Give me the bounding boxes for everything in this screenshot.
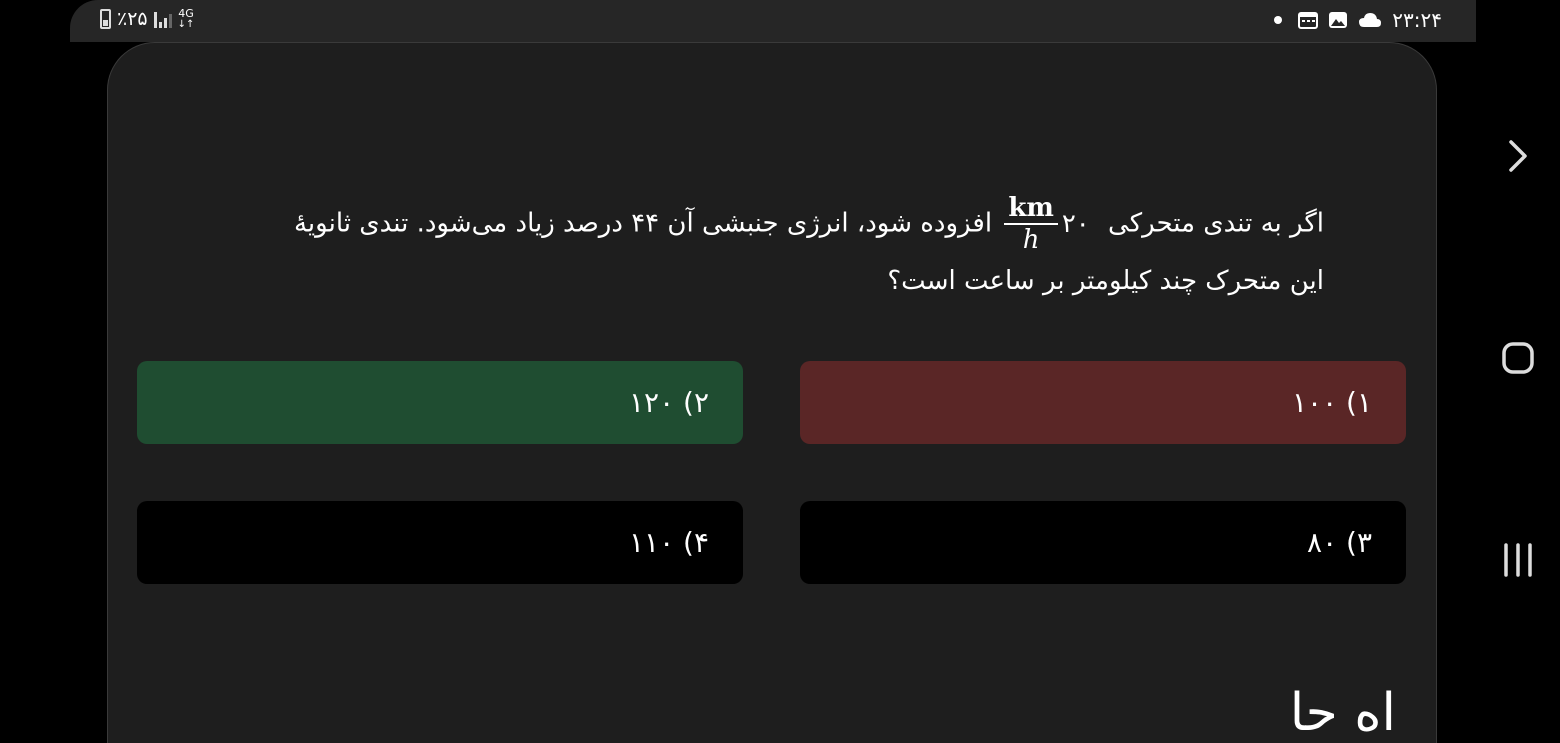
recent-apps-icon[interactable] — [1496, 538, 1540, 582]
unit-fraction: km h — [1004, 193, 1058, 255]
section-heading-partial: اه حا — [1289, 683, 1396, 743]
navigation-bar — [1476, 0, 1560, 720]
chevron-right-icon[interactable] — [1496, 134, 1540, 178]
status-left: ٪۲۵ 4G ↓↑ — [100, 8, 194, 30]
option-label: ۲) ۱۲۰ — [629, 386, 709, 419]
cloud-icon — [1359, 13, 1382, 27]
battery-icon — [100, 9, 111, 29]
status-right: ۲۳:۲۴ — [1274, 8, 1442, 32]
signal-icon — [153, 10, 172, 28]
unit-denominator: h — [1022, 225, 1040, 255]
option-label: ۳) ۸۰ — [1307, 526, 1372, 559]
notification-dot-icon — [1274, 16, 1283, 24]
home-icon[interactable] — [1496, 336, 1540, 380]
option-4[interactable]: ۴) ۱۱۰ — [137, 501, 743, 584]
option-2[interactable]: ۲) ۱۲۰ — [137, 361, 743, 444]
image-icon — [1329, 12, 1348, 28]
question-card: اگر به تندی متحرکی ۲۰ km h افزوده شود، انر… — [107, 42, 1437, 743]
battery-text: ٪۲۵ — [117, 8, 148, 30]
option-label: ۱) ۱۰۰ — [1292, 386, 1372, 419]
network-type: 4G ↓↑ — [177, 6, 195, 30]
option-1[interactable]: ۱) ۱۰۰ — [800, 361, 1406, 444]
question-part1: اگر به تندی متحرکی — [1108, 208, 1324, 239]
option-label: ۴) ۱۱۰ — [629, 526, 709, 559]
option-3[interactable]: ۳) ۸۰ — [800, 501, 1406, 584]
calendar-icon — [1298, 12, 1319, 29]
status-bar: ٪۲۵ 4G ↓↑ ۲۳:۲۴ — [70, 0, 1476, 42]
clock: ۲۳:۲۴ — [1392, 8, 1442, 32]
unit-numerator: km — [1004, 193, 1058, 225]
speed-value: ۲۰ — [1061, 208, 1090, 239]
question-text: اگر به تندی متحرکی ۲۰ km h افزوده شود، انر… — [258, 193, 1324, 307]
